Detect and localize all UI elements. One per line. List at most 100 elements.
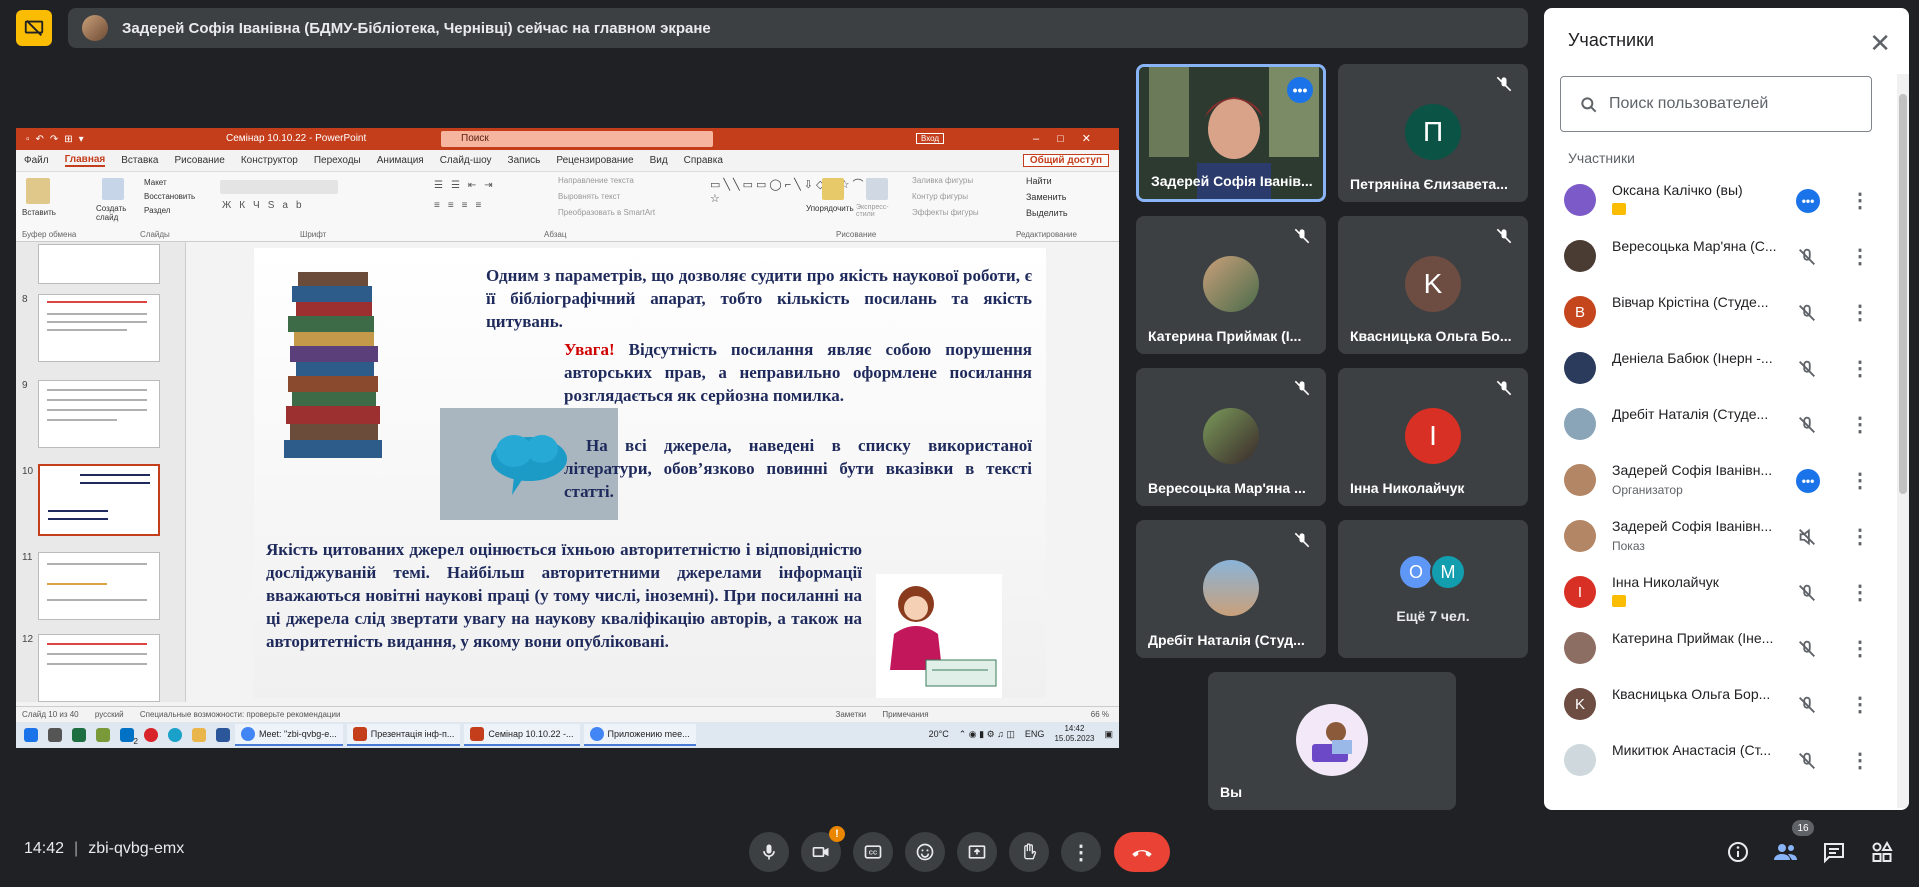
tile-self[interactable]: Вы	[1208, 672, 1456, 810]
smartart-button[interactable]: Преобразовать в SmartArt	[558, 208, 655, 217]
pp-login-button[interactable]: Вход	[916, 133, 945, 144]
more-vert-icon[interactable]: ⋮	[1850, 524, 1870, 549]
new-slide-icon[interactable]	[102, 178, 124, 200]
menu-insert[interactable]: Вставка	[121, 155, 158, 166]
participant-row[interactable]: Микитюк Анастасія (Ст... ⋮	[1544, 734, 1896, 790]
menu-review[interactable]: Рецензирование	[556, 155, 633, 166]
captions-button[interactable]: CC	[853, 832, 893, 872]
more-vert-icon[interactable]: ⋮	[1850, 300, 1870, 325]
more-vert-icon[interactable]: ⋮	[1850, 636, 1870, 661]
close-icon[interactable]: ✕	[1869, 28, 1891, 59]
task-view-icon[interactable]	[48, 728, 62, 742]
shape-outline-button[interactable]: Контур фигуры	[912, 192, 968, 201]
shape-effects-button[interactable]: Эффекты фигуры	[912, 208, 979, 217]
people-button[interactable]	[1772, 838, 1800, 866]
more-vert-icon[interactable]: ⋮	[1850, 580, 1870, 605]
participant-row[interactable]: Деніела Бабюк (Інерн -... ⋮	[1544, 342, 1896, 398]
system-clock[interactable]: 14:42 15.05.2023	[1054, 724, 1094, 744]
align-icons[interactable]: ≡≡≡≡	[434, 200, 489, 211]
replace-button[interactable]: Заменить	[1026, 192, 1066, 202]
select-button[interactable]: Выделить	[1026, 208, 1068, 218]
more-vert-icon[interactable]: ⋮	[1850, 188, 1870, 213]
slide-thumb-12[interactable]	[38, 634, 160, 702]
more-vert-icon[interactable]: ⋮	[1850, 412, 1870, 437]
notifications-icon[interactable]: ▣	[1104, 729, 1113, 740]
share-button[interactable]: Общий доступ	[1022, 154, 1109, 167]
menu-home[interactable]: Главная	[64, 154, 106, 167]
more-vert-icon[interactable]: ⋮	[1850, 748, 1870, 773]
restore-button[interactable]: Восстановить	[144, 192, 195, 201]
tile-speaker[interactable]: ••• Задерей Софія Іванів...	[1136, 64, 1326, 202]
participant-row[interactable]: K Квасницька Ольга Бор... ⋮	[1544, 678, 1896, 734]
participant-row[interactable]: Задерей Софія Іванівн... Показ ⋮	[1544, 510, 1896, 566]
mic-off-icon[interactable]	[1796, 302, 1818, 324]
mic-off-icon[interactable]	[1796, 582, 1818, 604]
camera-button[interactable]: !	[801, 826, 845, 872]
chat-button[interactable]	[1820, 838, 1848, 866]
zoom-level[interactable]: 66 %	[1091, 710, 1109, 719]
text-direction-button[interactable]: Направление текста	[558, 176, 634, 185]
participant-row[interactable]: Вересоцька Мар'яна (С... ⋮	[1544, 230, 1896, 286]
tile-participant[interactable]: П Петряніна Єлизавета...	[1338, 64, 1528, 202]
more-vert-icon[interactable]: ⋮	[1850, 692, 1870, 717]
comments-button[interactable]: Примечания	[882, 710, 928, 719]
weather-temp[interactable]: 20°C	[929, 729, 949, 739]
mic-off-icon[interactable]	[1796, 638, 1818, 660]
more-vert-icon[interactable]: ⋮	[1850, 244, 1870, 269]
tray-icons[interactable]: ⌃ ◉ ▮ ⚙ ♫ ◫	[959, 729, 1015, 740]
section-button[interactable]: Раздел	[144, 206, 170, 215]
leave-call-button[interactable]	[1114, 832, 1170, 872]
opera-icon[interactable]	[144, 728, 158, 742]
layout-button[interactable]: Макет	[144, 178, 167, 187]
present-button[interactable]	[957, 832, 997, 872]
slide-thumb-9[interactable]	[38, 380, 160, 448]
tile-participant[interactable]: I Інна Николайчук	[1338, 368, 1528, 506]
meeting-code[interactable]: zbi-qvbg-emx	[88, 840, 184, 857]
mail-icon[interactable]: 2	[120, 728, 138, 746]
participant-row[interactable]: B Вівчар Крістіна (Студе... ⋮	[1544, 286, 1896, 342]
menu-record[interactable]: Запись	[508, 155, 541, 166]
slide-thumb-7[interactable]	[38, 244, 160, 284]
tile-participant[interactable]: K Квасницька Ольга Бо...	[1338, 216, 1528, 354]
input-language[interactable]: ENG	[1025, 729, 1045, 739]
shapes-gallery[interactable]: ▭╲╲▭▭◯⌐╲⇩◇⇨☆⌒{}☆	[710, 178, 877, 206]
reactions-button[interactable]	[905, 832, 945, 872]
tile-participant[interactable]: Дребіт Наталія (Студ...	[1136, 520, 1326, 658]
taskbar-meet[interactable]: Meet: "zbi-qvbg-e...	[235, 724, 343, 746]
participant-row[interactable]: Задерей Софія Іванівн... Организатор •••…	[1544, 454, 1896, 510]
mic-off-icon[interactable]	[1796, 414, 1818, 436]
tile-participant[interactable]: Вересоцька Мар'яна ...	[1136, 368, 1326, 506]
paste-icon[interactable]	[26, 178, 50, 204]
taskbar-app[interactable]: Приложению mee...	[583, 724, 696, 746]
taskbar-seminar[interactable]: Семінар 10.10.22 -...	[464, 724, 580, 746]
excel-icon[interactable]	[72, 728, 86, 742]
meeting-details-button[interactable]	[1724, 838, 1752, 866]
slide-thumb-8[interactable]	[38, 294, 160, 362]
shape-fill-button[interactable]: Заливка фигуры	[912, 176, 973, 185]
folder-icon[interactable]	[192, 728, 206, 742]
list-icons[interactable]: ☰☰⇤⇥	[434, 180, 501, 191]
menu-design[interactable]: Конструктор	[241, 155, 298, 166]
taskbar-presentation[interactable]: Презентація інф-п...	[346, 724, 461, 746]
slide-thumb-10-selected[interactable]	[38, 464, 160, 536]
mic-off-icon[interactable]	[1796, 246, 1818, 268]
menu-help[interactable]: Справка	[684, 155, 723, 166]
participant-search-input[interactable]: Поиск пользователей	[1560, 76, 1872, 132]
align-text-button[interactable]: Выровнять текст	[558, 192, 620, 201]
quick-styles-icon[interactable]	[866, 178, 888, 200]
menu-animation[interactable]: Анимация	[377, 155, 424, 166]
notes-button[interactable]: Заметки	[836, 710, 867, 719]
mic-off-icon[interactable]	[1796, 694, 1818, 716]
menu-file[interactable]: Файл	[24, 155, 49, 166]
menu-view[interactable]: Вид	[650, 155, 668, 166]
mic-off-icon[interactable]	[1796, 750, 1818, 772]
menu-slideshow[interactable]: Слайд-шоу	[440, 155, 492, 166]
accessibility-status[interactable]: Специальные возможности: проверьте реком…	[140, 710, 341, 719]
tile-participant[interactable]: Катерина Приймак (І...	[1136, 216, 1326, 354]
calculator-icon[interactable]	[96, 728, 110, 742]
more-vert-icon[interactable]: ⋮	[1850, 468, 1870, 493]
participant-row[interactable]: Дребіт Наталія (Студе... ⋮	[1544, 398, 1896, 454]
activities-button[interactable]	[1868, 838, 1896, 866]
slide-thumb-11[interactable]	[38, 552, 160, 620]
microphone-button[interactable]	[749, 832, 789, 872]
